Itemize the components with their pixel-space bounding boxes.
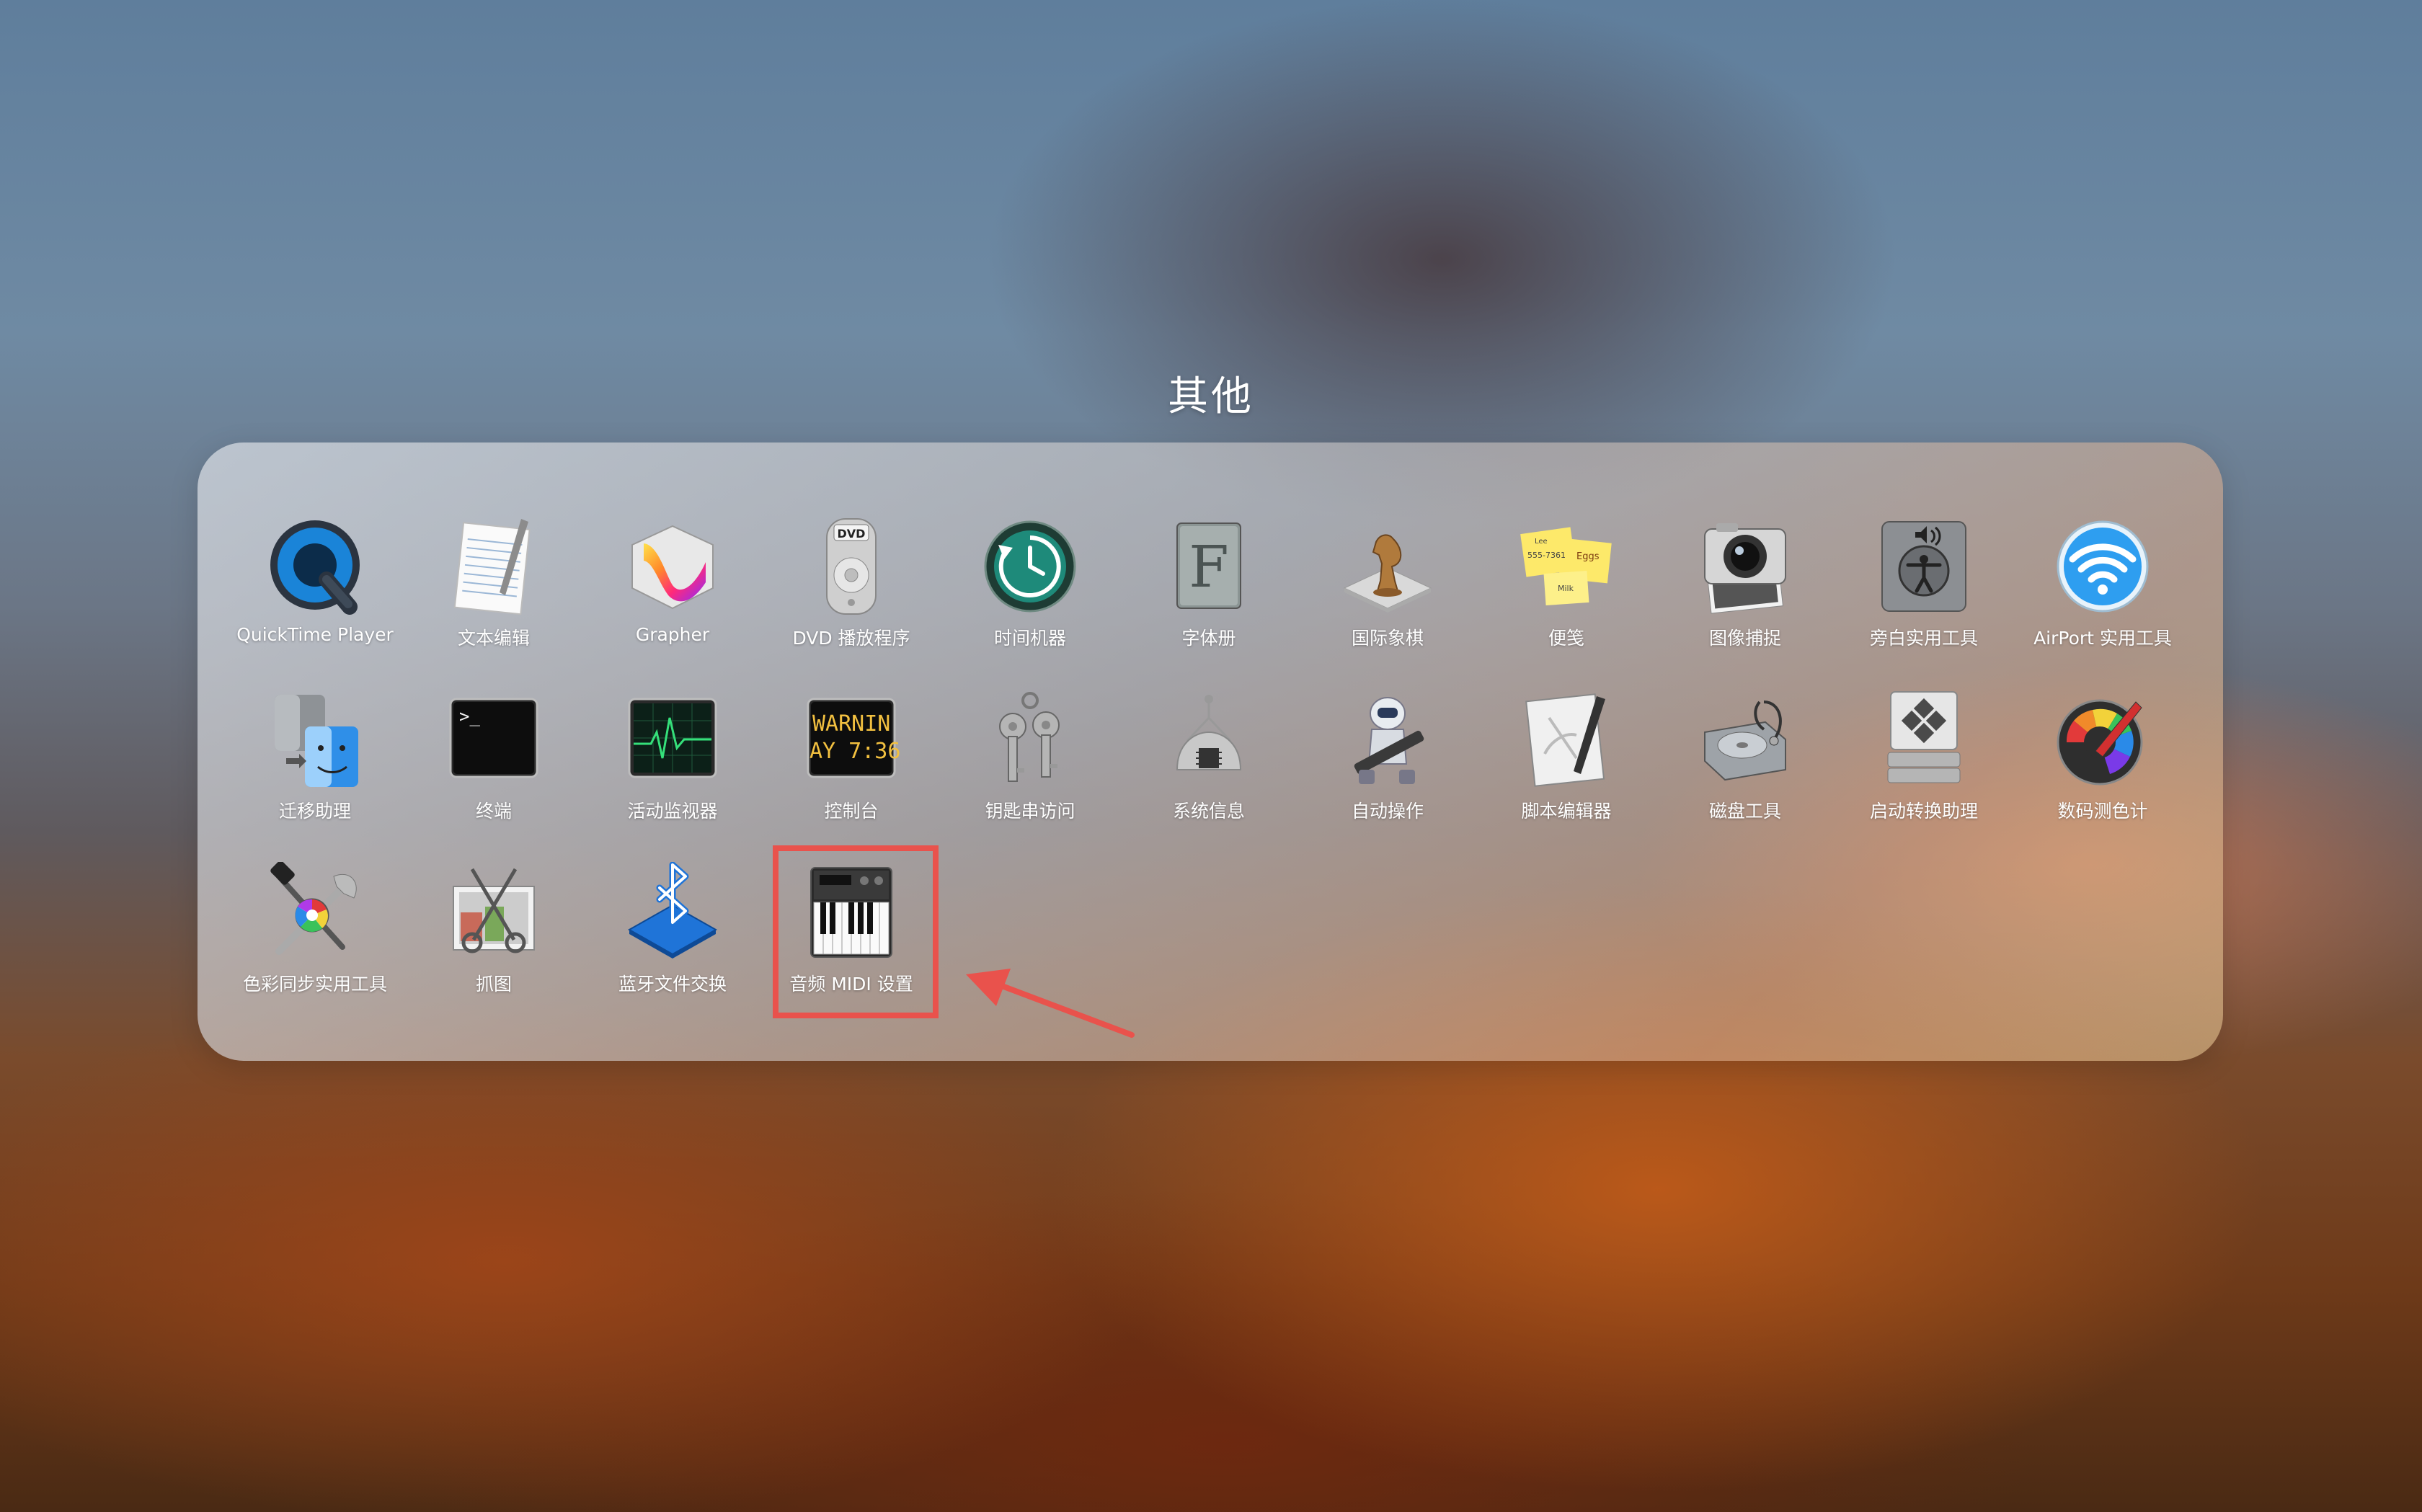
console-text-line2: AY 7:36 — [809, 739, 900, 764]
app-time-machine[interactable]: 时间机器 — [941, 516, 1119, 675]
app-label: 国际象棋 — [1351, 628, 1424, 649]
font-book-icon: F — [1176, 522, 1241, 609]
app-chess[interactable]: 国际象棋 — [1298, 516, 1477, 675]
app-migration-assistant[interactable]: 迁移助理 — [226, 689, 404, 848]
highlight-box — [773, 845, 939, 1018]
app-label: 磁盘工具 — [1708, 801, 1781, 822]
app-label: 时间机器 — [993, 628, 1066, 649]
app-disk-utility[interactable]: 磁盘工具 — [1656, 689, 1835, 848]
textedit-icon — [453, 519, 531, 615]
migration-assistant-icon — [275, 695, 358, 787]
app-label: 旁白实用工具 — [1869, 628, 1978, 649]
airport-utility-icon — [2057, 520, 2149, 613]
app-grapher[interactable]: Grapher — [583, 516, 762, 675]
grapher-icon — [631, 525, 714, 610]
app-terminal[interactable]: >_ 终端 — [404, 689, 583, 848]
app-label: 终端 — [475, 801, 512, 822]
disk-utility-icon — [1704, 701, 1786, 781]
time-machine-icon — [984, 520, 1076, 613]
app-stickies[interactable]: Lee 555-7361 Eggs Milk 便笺 — [1477, 516, 1656, 675]
app-label: Grapher — [635, 624, 710, 645]
voiceover-utility-icon — [1881, 521, 1966, 612]
annotation-arrow — [966, 969, 1135, 1038]
app-grab[interactable]: 抓图 — [404, 862, 583, 1020]
dvd-player-icon: DVD — [826, 518, 877, 615]
app-label: 启动转换助理 — [1869, 801, 1978, 822]
app-label: 自动操作 — [1351, 801, 1424, 822]
stickies-icon: Lee 555-7361 Eggs Milk — [1520, 527, 1612, 606]
terminal-prompt: >_ — [459, 706, 480, 726]
launchpad-folder-title[interactable]: 其他 — [0, 364, 2422, 422]
app-label: 字体册 — [1181, 628, 1236, 649]
app-keychain-access[interactable]: 钥匙串访问 — [941, 689, 1119, 848]
app-label: DVD 播放程序 — [792, 628, 910, 649]
sticky-text-2: 555-7361 — [1527, 551, 1566, 560]
chess-icon — [1343, 534, 1432, 613]
sticky-text-4: Milk — [1558, 584, 1574, 593]
app-label: 活动监视器 — [627, 801, 718, 822]
digital-color-meter-icon — [2057, 699, 2143, 786]
app-voiceover-utility[interactable]: 旁白实用工具 — [1835, 516, 2013, 675]
app-boot-camp-assistant[interactable]: 启动转换助理 — [1835, 689, 2013, 848]
app-image-capture[interactable]: 图像捕捉 — [1656, 516, 1835, 675]
console-icon: WARNIN AY 7:36 — [807, 698, 900, 778]
dvd-logo-text: DVD — [838, 527, 866, 541]
keychain-access-icon — [999, 692, 1060, 782]
app-colorsync-utility[interactable]: 色彩同步实用工具 — [226, 862, 404, 1020]
app-label: 蓝牙文件交换 — [618, 974, 727, 995]
app-font-book[interactable]: F 字体册 — [1119, 516, 1298, 675]
sticky-text-1: Lee — [1535, 538, 1548, 546]
app-label: QuickTime Player — [236, 624, 394, 645]
console-text-line1: WARNIN — [812, 711, 890, 737]
app-label: 数码测色计 — [2057, 801, 2148, 822]
app-console[interactable]: WARNIN AY 7:36 控制台 — [762, 689, 941, 848]
app-label: AirPort 实用工具 — [2033, 628, 2172, 649]
app-label: 抓图 — [475, 974, 512, 995]
app-label: 图像捕捉 — [1708, 628, 1781, 649]
boot-camp-icon — [1887, 691, 1961, 783]
app-dvd-player[interactable]: DVD DVD 播放程序 — [762, 516, 941, 675]
system-information-icon — [1176, 695, 1242, 770]
font-book-letter: F — [1189, 533, 1229, 600]
app-system-information[interactable]: 系统信息 — [1119, 689, 1298, 848]
app-label: 文本编辑 — [457, 628, 530, 649]
activity-monitor-icon — [628, 698, 717, 778]
app-label: 迁移助理 — [278, 801, 351, 822]
app-label: 脚本编辑器 — [1521, 801, 1612, 822]
app-digital-color-meter[interactable]: 数码测色计 — [2013, 689, 2192, 848]
automator-icon — [1354, 697, 1424, 784]
sticky-text-3: Eggs — [1576, 551, 1600, 562]
bluetooth-file-exchange-icon — [627, 862, 718, 959]
app-label: 控制台 — [824, 801, 879, 822]
app-script-editor[interactable]: 脚本编辑器 — [1477, 689, 1656, 848]
app-label: 系统信息 — [1172, 801, 1245, 822]
app-activity-monitor[interactable]: 活动监视器 — [583, 689, 762, 848]
colorsync-utility-icon — [270, 862, 357, 955]
app-label: 钥匙串访问 — [985, 801, 1075, 822]
app-bluetooth-file-exchange[interactable]: 蓝牙文件交换 — [583, 862, 762, 1020]
app-airport-utility[interactable]: AirPort 实用工具 — [2013, 516, 2192, 675]
app-quicktime-player[interactable]: QuickTime Player — [226, 516, 404, 675]
app-label: 便笺 — [1548, 628, 1584, 649]
image-capture-icon — [1704, 523, 1786, 614]
quicktime-icon — [270, 520, 360, 615]
grab-icon — [453, 868, 535, 953]
terminal-icon: >_ — [449, 698, 538, 778]
app-label: 色彩同步实用工具 — [242, 974, 387, 995]
script-editor-icon — [1525, 693, 1605, 787]
app-automator[interactable]: 自动操作 — [1298, 689, 1477, 848]
app-textedit[interactable]: 文本编辑 — [404, 516, 583, 675]
